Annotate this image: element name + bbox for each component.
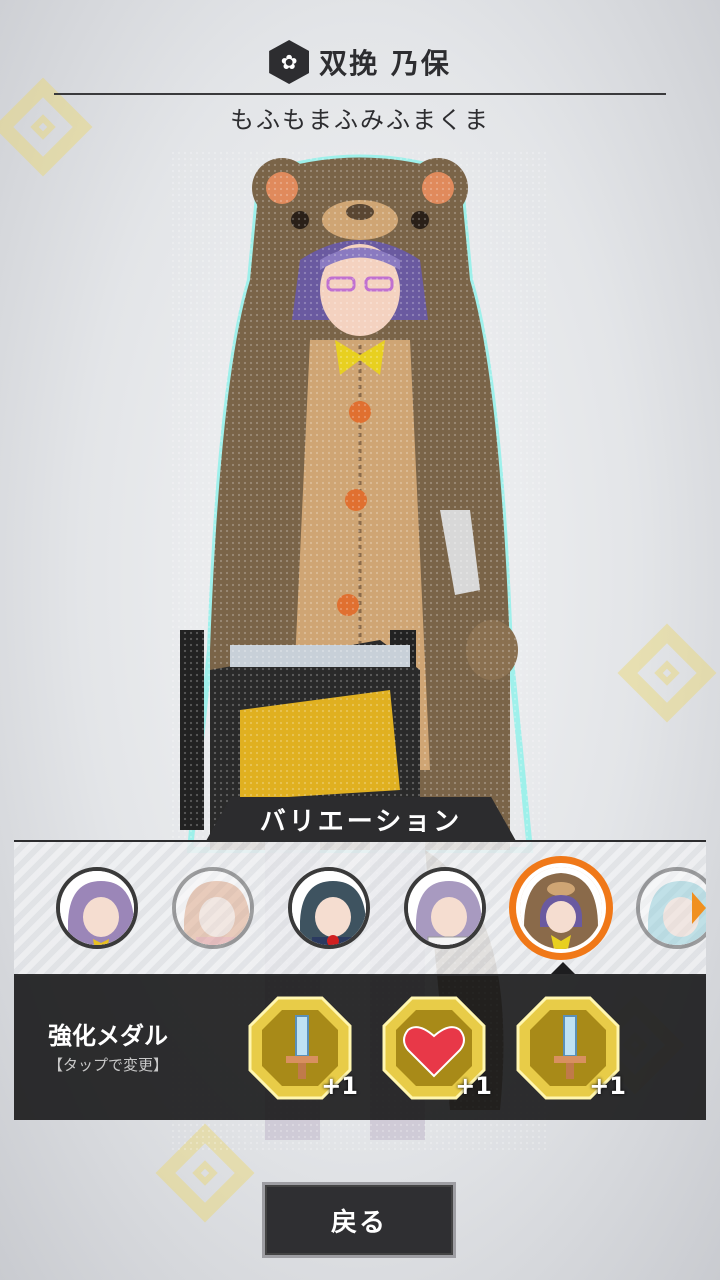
header: ✿ 双挽 乃保: [0, 38, 720, 98]
background-deco: [617, 623, 717, 723]
variation-tab-label: バリエーション: [259, 806, 463, 837]
variation-portrait-2[interactable]: [172, 867, 254, 949]
back-button-label: 戻る: [330, 1207, 387, 1238]
header-divider: [54, 93, 666, 95]
variation-portrait-3[interactable]: [288, 867, 370, 949]
variation-portrait-5-selected[interactable]: [520, 867, 602, 949]
medal-bonus: +1: [589, 1072, 626, 1100]
chevron-right-icon[interactable]: [692, 892, 706, 924]
medal-slot-1[interactable]: +1: [246, 994, 358, 1102]
medal-title: 強化メダル: [48, 1022, 168, 1050]
costume-name: もふもまふみふまくま: [230, 106, 490, 134]
medal-bonus: +1: [455, 1072, 492, 1100]
medal-hint: 【タップで変更】: [48, 1056, 169, 1074]
medal-bonus: +1: [321, 1072, 358, 1100]
enhancement-medal-panel[interactable]: 強化メダル 【タップで変更】 +1 +1 +1: [14, 974, 706, 1120]
variation-tab: バリエーション: [206, 797, 516, 841]
medal-slot-2[interactable]: +1: [380, 994, 492, 1102]
medal-slot-3[interactable]: +1: [514, 994, 626, 1102]
character-emblem-icon: ✿: [269, 40, 310, 84]
selection-pointer: [551, 962, 575, 974]
back-button[interactable]: 戻る: [262, 1182, 456, 1258]
variation-portrait-4[interactable]: [404, 867, 486, 949]
variation-portrait-1[interactable]: [56, 867, 138, 949]
character-name: 双挽 乃保: [319, 47, 451, 80]
variation-strip[interactable]: [14, 840, 706, 976]
